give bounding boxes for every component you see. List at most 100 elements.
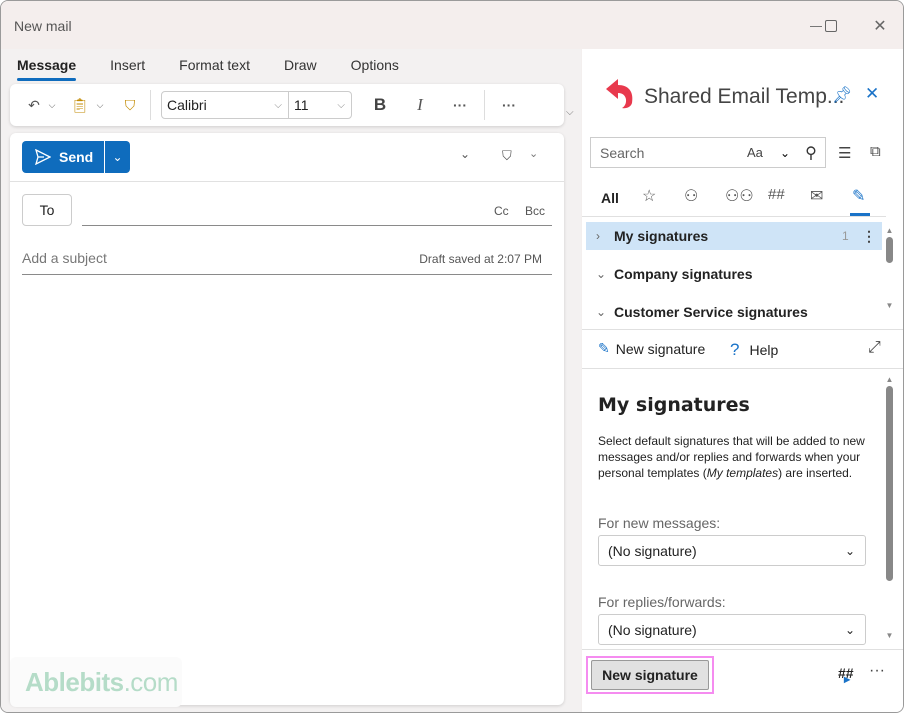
folder-customer-service-signatures[interactable]: ⌄ Customer Service signatures [586, 293, 882, 331]
sensitivity-dropdown[interactable]: ⌄ [529, 147, 538, 160]
search-input[interactable]: Search [591, 145, 747, 161]
chevron-down-icon: ⌄ [779, 145, 791, 160]
to-button[interactable]: To [22, 194, 72, 226]
send-button[interactable]: Send [22, 141, 105, 173]
maximize-button[interactable] [816, 13, 846, 39]
pen-add-icon: ✎ [598, 340, 610, 356]
chevron-down-icon: ⌄ [844, 622, 855, 637]
pane-title: Shared Email Temp... [644, 85, 845, 108]
header-options-dropdown[interactable]: ⌄ [460, 147, 470, 161]
more-vertical-icon: ⋮ [862, 227, 876, 244]
sensitivity-button[interactable]: ⛉ [502, 148, 512, 164]
filter-team-templates[interactable]: ⚇⚇ [725, 186, 754, 206]
new-signature-link[interactable]: ✎ New signature [598, 340, 705, 357]
chevron-down-icon: ⌄ [112, 150, 123, 164]
tab-options[interactable]: Options [351, 57, 399, 81]
folder-count: 1 [842, 229, 849, 243]
filter-emails[interactable]: ✉ [810, 186, 823, 206]
italic-button[interactable]: I [410, 84, 430, 126]
person-icon: ⚇ [684, 188, 699, 205]
new-signature-label: New signature [615, 340, 706, 357]
folder-name: Customer Service signatures [614, 304, 808, 320]
scroll-up-icon: ▲ [885, 375, 894, 384]
search-options-dropdown[interactable]: ⌄ [773, 146, 797, 160]
settings-scrollbar[interactable]: ▲ ▼ [885, 375, 894, 645]
watermark-suffix: .com [123, 666, 179, 697]
font-select[interactable]: Calibri ⌵ [161, 91, 289, 119]
macros-button[interactable]: ## ▶ [838, 665, 854, 684]
search-icon: ⚲ [805, 144, 817, 162]
select-mode-button[interactable]: ☰ [838, 144, 851, 162]
format-painter-button[interactable]: ⛉ [120, 84, 140, 126]
maximize-icon [825, 20, 837, 32]
tab-format-text[interactable]: Format text [179, 57, 250, 81]
subject-input[interactable]: Add a subject [22, 250, 107, 266]
scroll-up-icon: ▲ [885, 226, 894, 235]
chevron-down-icon: ⌵ [96, 99, 104, 110]
match-case-toggle[interactable]: Aa [747, 145, 773, 160]
undo-dropdown[interactable]: ⌵ [46, 84, 58, 126]
ribbon-expand-button[interactable]: ⌵ [566, 107, 574, 118]
pin-button[interactable]: 📌︎ [832, 85, 852, 105]
close-window-button[interactable]: ✕ [865, 13, 895, 39]
send-button-group: Send ⌄ [22, 141, 130, 173]
active-tab-indicator [850, 213, 870, 216]
pane-footer: New signature ## ▶ ··· [582, 649, 903, 712]
scrollbar-thumb[interactable] [886, 386, 893, 581]
desc-text: ) are inserted. [778, 466, 853, 480]
select-value: (No signature) [608, 621, 697, 638]
bold-button[interactable]: B [370, 84, 390, 126]
undo-icon: ↶ [28, 96, 40, 113]
font-size-select[interactable]: 11 ⌵ [288, 91, 352, 119]
signature-pen-icon: ✎ [852, 188, 866, 205]
filter-favorites[interactable]: ☆ [642, 186, 656, 206]
folder-my-signatures[interactable]: › My signatures 1 ⋮ [586, 222, 882, 250]
more-options-button[interactable]: ··· [499, 84, 519, 126]
filter-all[interactable]: All [601, 190, 619, 206]
question-icon: ? [730, 340, 740, 359]
more-options-button[interactable]: ··· [869, 662, 885, 680]
open-in-window-button[interactable]: ⧉ [870, 143, 881, 160]
help-link[interactable]: ? Help [730, 340, 778, 360]
checklist-icon: ☰ [838, 145, 852, 162]
title-bar: New mail ✕ [1, 1, 903, 49]
cc-button[interactable]: Cc [494, 204, 509, 218]
to-underline [82, 225, 552, 226]
filter-signatures[interactable]: ✎ [852, 186, 865, 206]
folder-company-signatures[interactable]: ⌄ Company signatures [586, 255, 882, 293]
ablebits-watermark: Ablebits .com [10, 657, 182, 707]
message-body[interactable] [22, 283, 552, 645]
folder-list-scrollbar[interactable]: ▲ ▼ [885, 226, 894, 322]
expand-button[interactable]: ⤢ [868, 339, 881, 357]
new-messages-select[interactable]: (No signature) ⌄ [598, 535, 866, 566]
undo-button[interactable]: ↶ [24, 84, 44, 126]
bcc-button[interactable]: Bcc [525, 204, 545, 218]
chevron-down-icon: ⌄ [844, 543, 855, 558]
tab-insert[interactable]: Insert [110, 57, 145, 81]
scroll-down-icon: ▼ [885, 631, 894, 640]
more-formatting-button[interactable]: ··· [450, 84, 470, 126]
app-window: New mail ✕ Message Insert Format text Dr… [0, 0, 904, 713]
folder-menu-button[interactable]: ⋮ [862, 228, 882, 245]
tab-draw[interactable]: Draw [284, 57, 317, 81]
filter-macros[interactable]: ## [768, 186, 785, 203]
new-signature-button[interactable]: New signature [591, 660, 709, 690]
scrollbar-thumb[interactable] [886, 237, 893, 263]
to-input[interactable] [82, 195, 482, 223]
folder-name: My signatures [614, 228, 709, 244]
chevron-down-icon: ⌄ [460, 147, 471, 161]
envelope-icon: ✉ [810, 188, 824, 205]
paste-dropdown[interactable]: ⌵ [94, 84, 106, 126]
replies-select[interactable]: (No signature) ⌄ [598, 614, 866, 645]
send-icon [35, 149, 51, 165]
shared-templates-logo-icon [606, 79, 633, 109]
filter-my-templates[interactable]: ⚇ [684, 186, 698, 206]
paste-button[interactable]: 📋︎ [70, 84, 90, 126]
font-size-value: 11 [294, 97, 309, 113]
close-pane-button[interactable]: ✕ [865, 84, 879, 104]
divider [484, 90, 485, 120]
tab-message[interactable]: Message [17, 57, 77, 81]
send-options-dropdown[interactable]: ⌄ [105, 150, 130, 164]
compose-form: Send ⌄ ⌄ ⛉ ⌄ To Cc Bcc Add a subject Dra… [10, 133, 564, 705]
search-button[interactable]: ⚲ [797, 143, 825, 163]
